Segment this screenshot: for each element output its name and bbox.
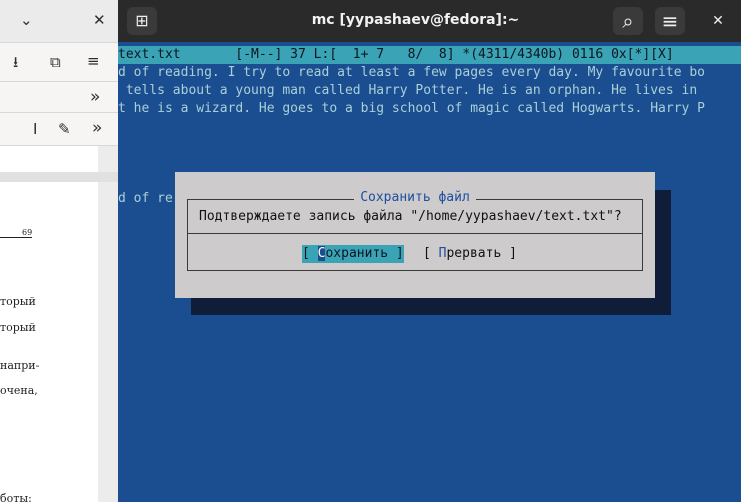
pdf-toolbar: I ✎ »: [0, 113, 118, 146]
close-icon[interactable]: ✕: [93, 11, 106, 29]
page-text: боты:: [0, 492, 32, 502]
viewer-header: ⌄ ✕: [0, 0, 118, 43]
page-gap: [0, 172, 118, 182]
text-line[interactable]: tells about a young man called Harry Pot…: [118, 82, 697, 100]
editor-status-line: text.txt [-M--] 37 L:[ 1+ 7 8/ 8] *(4311…: [118, 46, 741, 64]
pdf-page: 69 торый торый напри- очена, боты:: [0, 182, 98, 502]
dialog-divider: [187, 233, 643, 234]
dialog-message: Подтверждаете запись файла "/home/yypash…: [199, 209, 622, 224]
dialog-title: Сохранить файл: [175, 190, 655, 205]
footnote-rule: [0, 237, 32, 238]
bookmarks-toolbar: »: [0, 82, 118, 113]
pdf-document: 69 торый торый напри- очена, боты:: [0, 146, 118, 502]
page-text: торый: [0, 321, 36, 334]
pdf-viewer-pane: ⌄ ✕ ⭳ ⧉ ≡ » I ✎ » 69 торый торый напри- …: [0, 0, 118, 502]
text-cursor-icon[interactable]: I: [33, 120, 37, 138]
search-icon[interactable]: ⌕: [613, 7, 643, 35]
download-icon[interactable]: ⭳: [13, 53, 18, 71]
chevron-down-icon[interactable]: ⌄: [20, 11, 33, 29]
pen-icon[interactable]: ✎: [58, 120, 71, 138]
menu-icon[interactable]: ≡: [87, 52, 100, 70]
text-line[interactable]: d of reading. I try to read at least a f…: [118, 64, 705, 82]
page-text: торый: [0, 295, 36, 308]
menu-icon[interactable]: ≡: [655, 7, 685, 35]
page-text: напри-: [0, 359, 40, 372]
terminal-window: ⊞ mc [yypashaev@fedora]:~ ⌕ ≡ ✕ text.txt…: [118, 0, 741, 502]
save-file-dialog: Сохранить файл Подтверждаете запись файл…: [175, 172, 655, 298]
page-number: 69: [22, 228, 33, 237]
viewer-toolbar: ⭳ ⧉ ≡: [0, 43, 118, 82]
close-icon[interactable]: ✕: [703, 7, 733, 35]
overflow-icon[interactable]: »: [90, 88, 100, 106]
text-line[interactable]: d of re: [118, 190, 173, 208]
save-button[interactable]: [ Сохранить ]: [302, 245, 404, 263]
terminal-header-bar: ⊞ mc [yypashaev@fedora]:~ ⌕ ≡ ✕: [118, 0, 741, 42]
text-line[interactable]: t he is a wizard. He goes to a big schoo…: [118, 100, 705, 118]
extensions-icon[interactable]: ⧉: [50, 53, 61, 71]
cancel-button[interactable]: [ Прервать ]: [423, 245, 517, 263]
pdf-page: [0, 146, 98, 173]
overflow-icon[interactable]: »: [92, 119, 102, 137]
page-text: очена,: [0, 384, 38, 397]
